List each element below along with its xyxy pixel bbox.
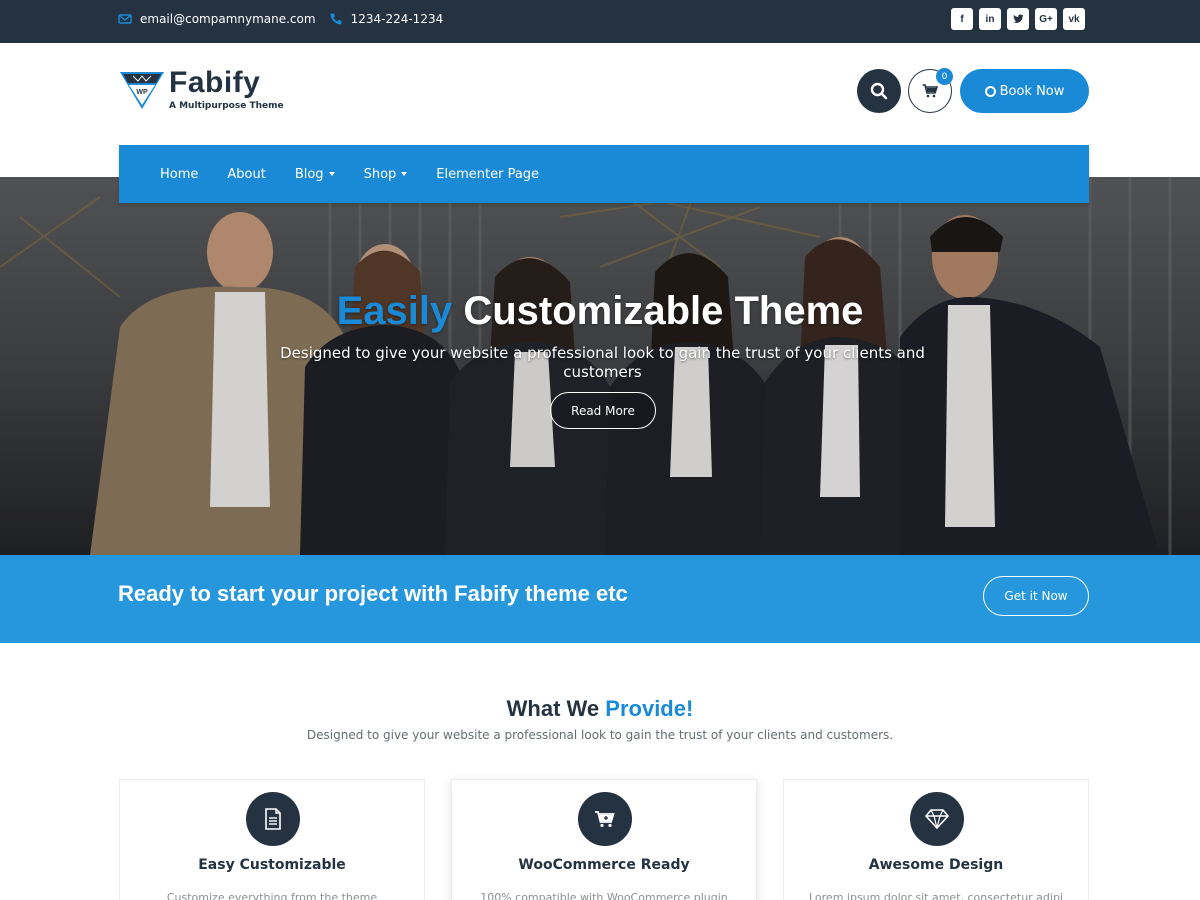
contact-info: email@compamnymane.com 1234-224-1234 bbox=[118, 0, 456, 37]
social-links: f in G+ vk bbox=[945, 8, 1085, 30]
cart-icon bbox=[922, 84, 938, 98]
nav-item-label: Blog bbox=[294, 166, 324, 182]
provide-subtitle: Designed to give your website a professi… bbox=[306, 728, 894, 742]
linkedin-icon[interactable]: in bbox=[979, 8, 1001, 30]
feature-title: Easy Customizable bbox=[198, 857, 346, 873]
hero-subtitle: Designed to give your website a professi… bbox=[280, 344, 925, 381]
feature-title: Awesome Design bbox=[868, 857, 1004, 873]
nav-item-elementer-page[interactable]: Elementer Page bbox=[436, 167, 539, 182]
feature-description: Lorem ipsum dolor sit amet, consectetur … bbox=[808, 891, 1064, 900]
feature-card: Easy Customizable Customize everything f… bbox=[119, 779, 425, 900]
caret-down-icon bbox=[328, 172, 335, 176]
hero-title-rest: Customizable Theme bbox=[463, 289, 864, 333]
provide-title-main: What We bbox=[506, 696, 600, 721]
hero-title: Easily Customizable Theme bbox=[0, 289, 1200, 334]
cta-text: Ready to start your project with Fabify … bbox=[118, 581, 628, 606]
logo-badge-text: WP bbox=[136, 89, 148, 96]
site-header: WP Fabify A Multipurpose Theme 0 Book No… bbox=[0, 43, 1200, 145]
vk-icon[interactable]: vk bbox=[1063, 8, 1085, 30]
provide-title-accent: Provide! bbox=[605, 696, 694, 721]
book-now-button[interactable]: Book Now bbox=[960, 69, 1089, 113]
nav-item-shop[interactable]: Shop bbox=[364, 167, 408, 182]
hero-banner: Easily Customizable Theme Designed to gi… bbox=[0, 177, 1200, 555]
nav-item-label: Home bbox=[160, 166, 199, 182]
clock-icon bbox=[984, 85, 996, 97]
book-now-label: Book Now bbox=[999, 83, 1065, 99]
hero-title-accent: Easily bbox=[336, 289, 453, 333]
feature-icon-circle bbox=[246, 792, 300, 846]
feature-title: WooCommerce Ready bbox=[518, 857, 690, 873]
logo-tagline: A Multipurpose Theme bbox=[169, 101, 284, 111]
main-navigation: Home About Blog Shop Elementer Page bbox=[119, 145, 1089, 203]
nav-item-label: Elementer Page bbox=[436, 166, 540, 182]
google-plus-icon[interactable]: G+ bbox=[1035, 8, 1057, 30]
diamond-icon bbox=[925, 809, 949, 829]
feature-description: Customize everything from the theme bbox=[166, 891, 378, 900]
feature-icon-circle bbox=[910, 792, 964, 846]
nav-item-home[interactable]: Home bbox=[160, 167, 198, 182]
nav-item-blog[interactable]: Blog bbox=[295, 167, 335, 182]
search-button[interactable] bbox=[857, 69, 901, 113]
cta-banner: Ready to start your project with Fabify … bbox=[0, 555, 1200, 643]
document-icon bbox=[265, 808, 281, 830]
feature-icon-circle bbox=[578, 792, 632, 846]
read-more-button[interactable]: Read More bbox=[550, 392, 656, 429]
email-link[interactable]: email@compamnymane.com bbox=[118, 12, 316, 26]
top-bar: email@compamnymane.com 1234-224-1234 f i… bbox=[0, 0, 1200, 43]
phone-link[interactable]: 1234-224-1234 bbox=[329, 11, 444, 26]
diamond-logo-icon: WP bbox=[120, 72, 164, 109]
caret-down-icon bbox=[401, 172, 408, 176]
phone-icon bbox=[330, 13, 342, 24]
envelope-icon bbox=[118, 13, 132, 24]
site-logo[interactable]: WP Fabify A Multipurpose Theme bbox=[119, 67, 284, 113]
feature-card: WooCommerce Ready 100% compatible with W… bbox=[451, 779, 757, 900]
cart-count-badge: 0 bbox=[936, 68, 953, 85]
provide-title: What We Provide! bbox=[0, 696, 1200, 722]
nav-item-about[interactable]: About bbox=[227, 167, 265, 182]
feature-card: Awesome Design Lorem ipsum dolor sit ame… bbox=[783, 779, 1089, 900]
phone-text: 1234-224-1234 bbox=[350, 11, 444, 26]
facebook-icon[interactable]: f bbox=[951, 8, 973, 30]
email-text: email@compamnymane.com bbox=[140, 11, 316, 26]
get-it-now-button[interactable]: Get it Now bbox=[983, 576, 1089, 616]
search-icon bbox=[870, 82, 888, 100]
nav-item-label: About bbox=[227, 166, 266, 182]
twitter-icon[interactable] bbox=[1007, 8, 1029, 30]
feature-description: 100% compatible with WooCommerce plugin bbox=[480, 891, 728, 900]
cart-icon bbox=[595, 811, 615, 828]
logo-name: Fabify bbox=[169, 66, 261, 99]
nav-item-label: Shop bbox=[363, 166, 397, 182]
